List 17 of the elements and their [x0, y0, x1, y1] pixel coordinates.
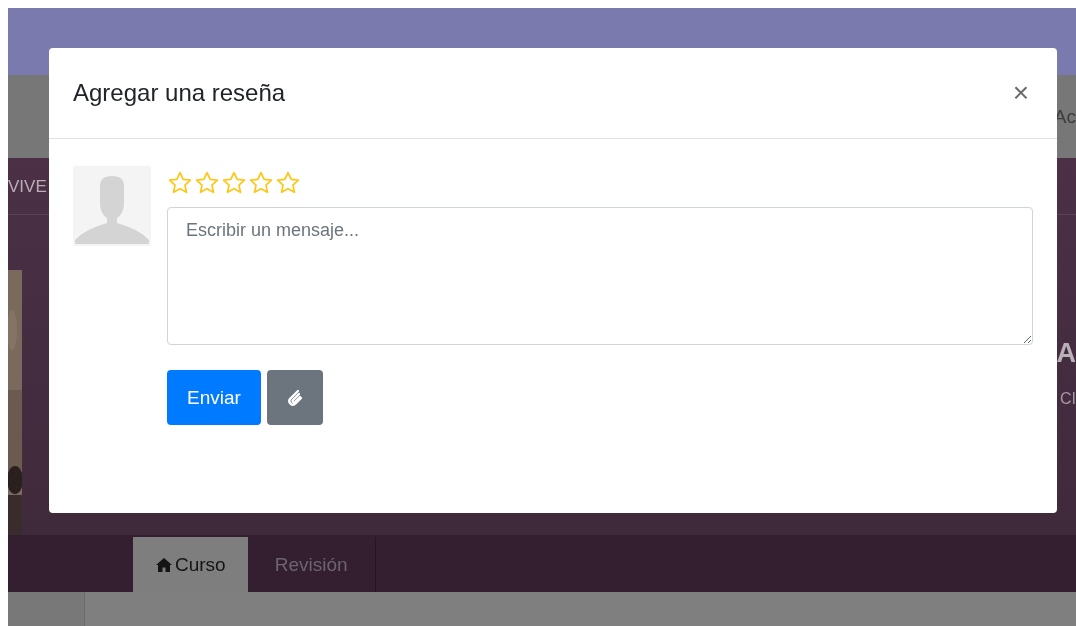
- home-icon: [155, 556, 173, 573]
- nav-text: VIVE: [8, 177, 47, 195]
- star-icon[interactable]: [275, 170, 301, 196]
- message-field[interactable]: Escribir un mensaje...: [167, 207, 1033, 345]
- close-button[interactable]: ×: [1008, 79, 1033, 107]
- subheading-text: CI: [1060, 391, 1076, 407]
- star-icon[interactable]: [248, 170, 274, 196]
- send-button[interactable]: Enviar: [167, 370, 261, 425]
- heading-text: A: [1056, 340, 1076, 367]
- avatar-icon: [73, 166, 151, 246]
- star-icon[interactable]: [194, 170, 220, 196]
- paperclip-icon: [285, 387, 304, 408]
- star-icon[interactable]: [221, 170, 247, 196]
- dialog-title: Agregar una reseña: [73, 79, 286, 107]
- tab[interactable]: Curso: [133, 537, 248, 592]
- attach-button[interactable]: [266, 370, 323, 425]
- star-icon[interactable]: [167, 170, 193, 196]
